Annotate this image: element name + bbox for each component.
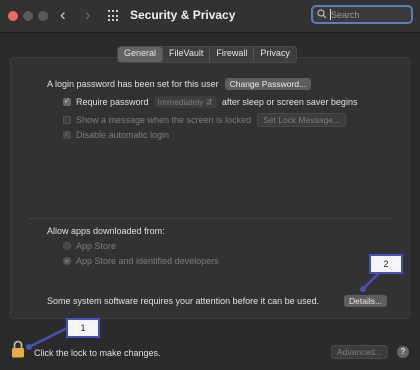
app-store-identified-label: App Store and identified developers (76, 256, 219, 266)
close-window-button[interactable] (8, 11, 18, 21)
advanced-button[interactable]: Advanced... (331, 345, 388, 359)
require-password-row: ✓ Require password Immediately ⇵ after s… (63, 96, 357, 108)
allow-apps-row: Allow apps downloaded from: (47, 226, 165, 236)
details-button[interactable]: Details... (344, 295, 388, 307)
disable-autologin-row: ✓ Disable automatic login (63, 130, 169, 140)
require-password-label: Require password (76, 97, 149, 107)
help-button[interactable]: ? (397, 346, 409, 358)
login-password-row: A login password has been set for this u… (47, 78, 312, 90)
search-field[interactable] (311, 5, 413, 24)
show-message-label: Show a message when the screen is locked (76, 115, 252, 125)
allow-apps-label: Allow apps downloaded from: (47, 226, 165, 236)
show-message-checkbox[interactable] (63, 116, 71, 124)
interval-value: Immediately (157, 97, 204, 107)
tab-bar: General FileVault Firewall Privacy (117, 46, 297, 63)
attention-text: Some system software requires your atten… (47, 296, 320, 306)
tab-firewall[interactable]: Firewall (210, 47, 255, 62)
general-panel: A login password has been set for this u… (10, 57, 410, 319)
radio-app-store-row: App Store (63, 241, 116, 251)
tab-general[interactable]: General (118, 47, 164, 62)
back-arrow-icon[interactable]: ‹ (60, 6, 66, 24)
forward-arrow-icon[interactable]: › (85, 6, 91, 24)
require-password-checkbox[interactable]: ✓ (63, 98, 71, 106)
set-lock-message-button[interactable]: Set Lock Message... (257, 113, 347, 127)
require-password-interval-select[interactable]: Immediately ⇵ (153, 96, 217, 108)
callout-2: 2 (369, 254, 403, 274)
app-store-label: App Store (76, 241, 117, 251)
change-password-button[interactable]: Change Password... (224, 78, 312, 90)
show-all-grid-icon[interactable] (108, 10, 120, 22)
disable-autologin-label: Disable automatic login (76, 130, 170, 140)
require-password-suffix: after sleep or screen saver begins (221, 97, 358, 107)
lock-icon[interactable] (11, 340, 25, 358)
details-row: Details... (344, 295, 388, 307)
lock-text: Click the lock to make changes. (34, 348, 161, 358)
section-divider (28, 218, 393, 219)
callout-1: 1 (66, 318, 100, 338)
window-title: Security & Privacy (130, 8, 236, 22)
app-store-radio[interactable] (63, 242, 71, 250)
show-message-row: Show a message when the screen is locked… (63, 113, 347, 127)
zoom-window-button[interactable] (38, 11, 48, 21)
title-bar: ‹ › Security & Privacy (0, 0, 420, 33)
attention-row: Some system software requires your atten… (47, 296, 319, 306)
app-store-identified-radio[interactable] (63, 257, 71, 265)
stepper-arrows-icon: ⇵ (205, 97, 213, 107)
callout-2-arrow-icon (360, 272, 380, 292)
tab-privacy[interactable]: Privacy (254, 47, 296, 62)
disable-autologin-checkbox[interactable]: ✓ (63, 131, 71, 139)
search-input[interactable] (331, 8, 409, 22)
radio-identified-row: App Store and identified developers (63, 256, 219, 266)
minimize-window-button[interactable] (23, 11, 33, 21)
tab-filevault[interactable]: FileVault (163, 47, 211, 62)
search-icon (317, 9, 327, 19)
login-password-text: A login password has been set for this u… (47, 79, 219, 89)
